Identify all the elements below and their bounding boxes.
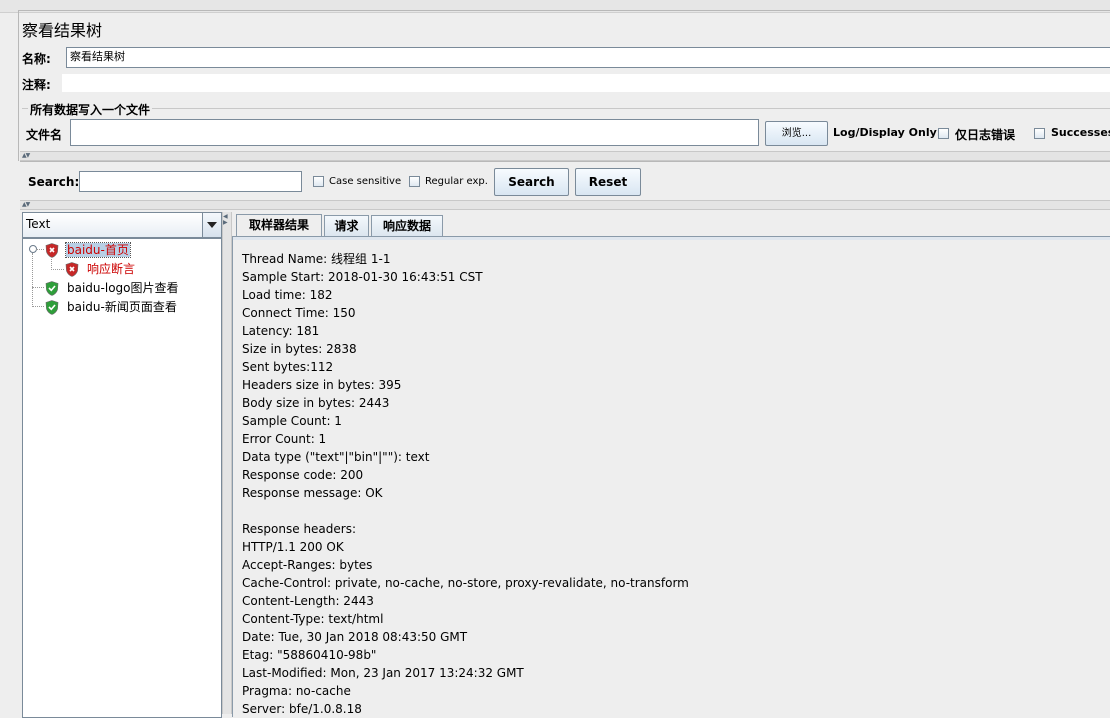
error-shield-icon bbox=[65, 262, 79, 277]
search-input[interactable] bbox=[79, 171, 302, 192]
split-divider-middle[interactable]: ▲▼ bbox=[20, 200, 1110, 210]
success-shield-icon bbox=[45, 300, 59, 315]
collapse-arrows-icon[interactable]: ▲▼ bbox=[22, 152, 30, 159]
successes-label: Successes bbox=[1051, 126, 1110, 139]
collapse-arrows-icon-2[interactable]: ▲▼ bbox=[22, 201, 30, 208]
tree-item-label: baidu-logo图片查看 bbox=[67, 281, 179, 295]
name-field-value: 察看结果树 bbox=[70, 50, 125, 63]
errors-only-label: 仅日志错误 bbox=[955, 128, 1016, 142]
result-line: Accept-Ranges: bytes bbox=[242, 558, 373, 572]
result-line: Etag: "58860410-98b" bbox=[242, 648, 377, 662]
renderer-selected-value: Text bbox=[26, 217, 51, 231]
file-group-legend: 所有数据写入一个文件 bbox=[28, 101, 153, 118]
tree-item-label: baidu-首页 bbox=[65, 242, 131, 258]
tree-item[interactable]: baidu-新闻页面查看 bbox=[45, 298, 178, 316]
result-line: Pragma: no-cache bbox=[242, 684, 351, 698]
reset-button[interactable]: Reset bbox=[575, 168, 641, 196]
vertical-split-divider[interactable]: ◀ ▶ bbox=[222, 212, 232, 714]
file-group-border bbox=[22, 108, 1110, 109]
successes-checkbox[interactable] bbox=[1034, 128, 1045, 139]
result-line: Sample Count: 1 bbox=[242, 414, 342, 428]
result-line: Thread Name: 线程组 1-1 bbox=[242, 252, 391, 266]
regex-label: Regular exp. bbox=[425, 176, 488, 187]
result-line: Response headers: bbox=[242, 522, 357, 536]
result-line: Connect Time: 150 bbox=[242, 306, 356, 320]
regex-checkbox[interactable] bbox=[409, 176, 420, 187]
tree-item-label: baidu-新闻页面查看 bbox=[67, 300, 177, 314]
results-tree: baidu-首页响应断言 baidu-logo图片查看 baidu-新闻页面查看 bbox=[22, 238, 222, 718]
tab-2[interactable]: 响应数据 bbox=[371, 215, 443, 236]
vertical-collapse-arrows-icon[interactable]: ◀ ▶ bbox=[223, 214, 231, 226]
error-shield-icon bbox=[45, 243, 59, 258]
result-line: Last-Modified: Mon, 23 Jan 2017 13:24:32… bbox=[242, 666, 524, 680]
success-shield-icon bbox=[45, 281, 59, 296]
name-field[interactable]: 察看结果树 bbox=[66, 47, 1110, 68]
search-button[interactable]: Search bbox=[494, 168, 569, 196]
search-label: Search: bbox=[28, 175, 80, 189]
tree-item[interactable]: baidu-首页 bbox=[45, 241, 131, 259]
comment-field[interactable] bbox=[62, 74, 1110, 92]
result-line: Latency: 181 bbox=[242, 324, 320, 338]
name-label: 名称: bbox=[22, 52, 51, 66]
result-line: Data type ("text"|"bin"|""): text bbox=[242, 450, 430, 464]
filename-field[interactable] bbox=[70, 119, 759, 146]
errors-only-checkbox[interactable] bbox=[938, 128, 949, 139]
chevron-down-icon bbox=[207, 222, 217, 228]
result-line: Headers size in bytes: 395 bbox=[242, 378, 402, 392]
result-panel: Thread Name: 线程组 1-1 Sample Start: 2018-0… bbox=[232, 236, 1110, 717]
browse-button[interactable]: 浏览... bbox=[765, 121, 828, 146]
result-line: Response code: 200 bbox=[242, 468, 364, 482]
result-line: Error Count: 1 bbox=[242, 432, 327, 446]
case-sensitive-label: Case sensitive bbox=[329, 176, 402, 187]
page-title: 察看结果树 bbox=[22, 21, 103, 40]
renderer-select[interactable]: Text bbox=[22, 212, 222, 238]
tree-item[interactable]: 响应断言 bbox=[65, 260, 136, 278]
result-line: Date: Tue, 30 Jan 2018 08:43:50 GMT bbox=[242, 630, 468, 644]
tree-item-label: 响应断言 bbox=[87, 262, 136, 276]
case-sensitive-checkbox[interactable] bbox=[313, 176, 324, 187]
result-line: Content-Length: 2443 bbox=[242, 594, 374, 608]
renderer-dropdown-button[interactable] bbox=[202, 213, 221, 237]
result-line: Load time: 182 bbox=[242, 288, 333, 302]
result-line: Cache-Control: private, no-cache, no-sto… bbox=[242, 576, 689, 590]
tree-item[interactable]: baidu-logo图片查看 bbox=[45, 279, 180, 297]
tab-1[interactable]: 请求 bbox=[324, 215, 369, 236]
result-line: Content-Type: text/html bbox=[242, 612, 384, 626]
comment-label: 注释: bbox=[22, 78, 51, 92]
result-line bbox=[242, 502, 689, 520]
result-panel-header-line bbox=[233, 237, 1110, 240]
sampler-result-text: Thread Name: 线程组 1-1 Sample Start: 2018-0… bbox=[242, 250, 689, 718]
tab-0[interactable]: 取样器结果 bbox=[236, 214, 322, 237]
result-line: HTTP/1.1 200 OK bbox=[242, 540, 344, 554]
result-line: Sample Start: 2018-01-30 16:43:51 CST bbox=[242, 270, 483, 284]
log-display-label: Log/Display Only: bbox=[833, 126, 942, 139]
result-line: Size in bytes: 2838 bbox=[242, 342, 357, 356]
result-line: Body size in bytes: 2443 bbox=[242, 396, 390, 410]
result-line: Server: bfe/1.0.8.18 bbox=[242, 702, 362, 716]
result-line: Response message: OK bbox=[242, 486, 383, 500]
split-divider-top[interactable]: ▲▼ bbox=[20, 151, 1110, 161]
result-line: Sent bytes:112 bbox=[242, 360, 334, 374]
filename-label: 文件名 bbox=[26, 128, 63, 142]
